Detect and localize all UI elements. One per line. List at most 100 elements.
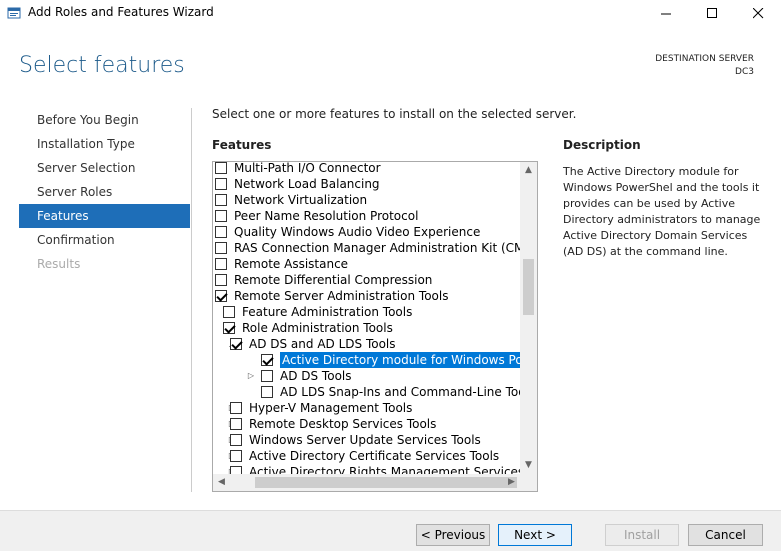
tree-item-label: Quality Windows Audio Video Experience — [234, 225, 481, 239]
scroll-right-icon[interactable]: ▶ — [503, 474, 520, 491]
server-manager-icon — [7, 5, 23, 19]
tree-item[interactable]: ▷ AD DS Tools — [213, 368, 520, 384]
description-text: The Active Directory module for Windows … — [563, 165, 761, 258]
tree-item[interactable]: Remote Assistance — [213, 256, 520, 272]
nav-item-results: Results — [37, 257, 81, 271]
tree-item[interactable]: ◢AD DS and AD LDS Tools — [213, 336, 520, 352]
feature-checkbox[interactable] — [223, 306, 235, 318]
features-tree-items: Multi-Path I/O Connector Network Load Bal… — [213, 161, 520, 474]
vertical-scroll-thumb[interactable] — [523, 259, 534, 315]
maximize-button[interactable] — [689, 0, 735, 26]
scroll-up-icon[interactable]: ▲ — [520, 162, 537, 179]
feature-checkbox[interactable] — [215, 258, 227, 270]
vertical-scrollbar[interactable]: ▲ ▼ — [520, 162, 537, 474]
previous-button[interactable]: < Previous — [416, 524, 490, 546]
tree-item[interactable]: ▷Windows Server Update Services Tools — [213, 432, 520, 448]
horizontal-scroll-thumb[interactable] — [255, 477, 517, 488]
feature-checkbox[interactable] — [215, 194, 227, 206]
tree-item[interactable]: Active Directory module for Windows Powe… — [213, 352, 520, 368]
tree-item-label: Feature Administration Tools — [242, 305, 413, 319]
feature-checkbox[interactable] — [230, 402, 242, 414]
feature-checkbox[interactable] — [261, 354, 273, 366]
tree-item[interactable]: Role Administration Tools — [213, 320, 520, 336]
tree-item-label: Active Directory Rights Management Servi… — [249, 465, 520, 474]
nav-item-confirmation[interactable]: Confirmation — [19, 228, 190, 252]
maximize-icon — [706, 7, 717, 18]
title-bar: Add Roles and Features Wizard — [0, 0, 781, 26]
tree-item[interactable]: Feature Administration Tools — [213, 304, 520, 320]
tree-item-label: Hyper-V Management Tools — [249, 401, 413, 415]
nav-item-server-roles[interactable]: Server Roles — [19, 180, 190, 204]
scroll-down-icon[interactable]: ▼ — [520, 457, 537, 474]
next-button[interactable]: Next > — [498, 524, 572, 546]
wizard-footer: < Previous Next > Install Cancel — [0, 510, 781, 551]
horizontal-scrollbar[interactable]: ◀ ▶ — [213, 474, 520, 491]
tree-item[interactable]: Network Load Balancing — [213, 176, 520, 192]
scrollbar-corner — [520, 474, 537, 491]
feature-checkbox[interactable] — [223, 322, 235, 334]
tree-item-label: Active Directory Certificate Services To… — [249, 449, 500, 463]
nav-item-installation-type[interactable]: Installation Type — [19, 132, 190, 156]
nav-item-features[interactable]: Features — [19, 204, 190, 228]
nav-item-server-selection[interactable]: Server Selection — [19, 156, 190, 180]
feature-checkbox[interactable] — [230, 418, 242, 430]
destination-server-name: DC3 — [735, 67, 754, 77]
tree-item-label: AD DS and AD LDS Tools — [249, 337, 396, 351]
wizard-nav: Before You Begin Installation Type Serve… — [19, 108, 190, 276]
tree-item[interactable]: Network Virtualization — [213, 192, 520, 208]
destination-label: DESTINATION SERVER — [655, 54, 754, 64]
tree-item-label: Windows Server Update Services Tools — [249, 433, 481, 447]
tree-item-label: Remote Desktop Services Tools — [249, 417, 437, 431]
tree-item-label: Role Administration Tools — [242, 321, 393, 335]
close-button[interactable] — [735, 0, 781, 26]
features-tree[interactable]: Multi-Path I/O Connector Network Load Bal… — [212, 161, 538, 492]
tree-item-label: AD LDS Snap-Ins and Command-Line Tools — [280, 385, 520, 399]
install-button: Install — [605, 524, 679, 546]
feature-checkbox[interactable] — [230, 434, 242, 446]
tree-item[interactable]: ▷Active Directory Rights Management Serv… — [213, 464, 520, 474]
feature-checkbox[interactable] — [261, 386, 273, 398]
tree-item[interactable]: ▷Remote Desktop Services Tools — [213, 416, 520, 432]
features-heading: Features — [212, 138, 272, 152]
feature-checkbox[interactable] — [230, 466, 242, 474]
tree-item[interactable]: Remote Server Administration Tools — [213, 288, 520, 304]
tree-item-label: Network Load Balancing — [234, 177, 380, 191]
instruction-text: Select one or more features to install o… — [212, 107, 577, 121]
page-title: Select features — [19, 53, 185, 78]
tree-item-label: Active Directory module for Windows Powe… — [280, 352, 520, 368]
feature-checkbox[interactable] — [215, 210, 227, 222]
tree-item[interactable]: Multi-Path I/O Connector — [213, 161, 520, 176]
tree-item[interactable]: Peer Name Resolution Protocol — [213, 208, 520, 224]
tree-item-label: Peer Name Resolution Protocol — [234, 209, 419, 223]
minimize-button[interactable] — [643, 0, 689, 26]
destination-server: DESTINATION SERVER DC3 — [655, 53, 754, 79]
tree-item-label: Multi-Path I/O Connector — [234, 161, 381, 175]
feature-checkbox[interactable] — [261, 370, 273, 382]
feature-checkbox[interactable] — [215, 274, 227, 286]
tree-item-label: Remote Server Administration Tools — [234, 289, 449, 303]
tree-item[interactable]: ▷Active Directory Certificate Services T… — [213, 448, 520, 464]
minimize-icon — [660, 13, 671, 14]
tree-item-label: RAS Connection Manager Administration Ki… — [234, 241, 520, 255]
feature-checkbox[interactable] — [215, 226, 227, 238]
scroll-left-icon[interactable]: ◀ — [213, 474, 230, 491]
cancel-button[interactable]: Cancel — [688, 524, 763, 546]
tree-item[interactable]: AD LDS Snap-Ins and Command-Line Tools — [213, 384, 520, 400]
tree-item-label: AD DS Tools — [280, 369, 352, 383]
expand-arrow-icon[interactable]: ▷ — [246, 368, 256, 384]
tree-item[interactable]: Quality Windows Audio Video Experience — [213, 224, 520, 240]
nav-item-before-you-begin[interactable]: Before You Begin — [19, 108, 190, 132]
close-icon — [752, 7, 763, 18]
feature-checkbox[interactable] — [230, 338, 242, 350]
tree-item[interactable]: ▷Hyper-V Management Tools — [213, 400, 520, 416]
feature-checkbox[interactable] — [215, 178, 227, 190]
feature-checkbox[interactable] — [215, 162, 227, 174]
tree-item[interactable]: Remote Differential Compression — [213, 272, 520, 288]
tree-item-label: Remote Assistance — [234, 257, 349, 271]
nav-divider — [191, 108, 192, 492]
feature-checkbox[interactable] — [215, 242, 227, 254]
description-heading: Description — [563, 138, 641, 152]
feature-checkbox[interactable] — [230, 450, 242, 462]
feature-checkbox[interactable] — [215, 290, 227, 302]
tree-item[interactable]: RAS Connection Manager Administration Ki… — [213, 240, 520, 256]
